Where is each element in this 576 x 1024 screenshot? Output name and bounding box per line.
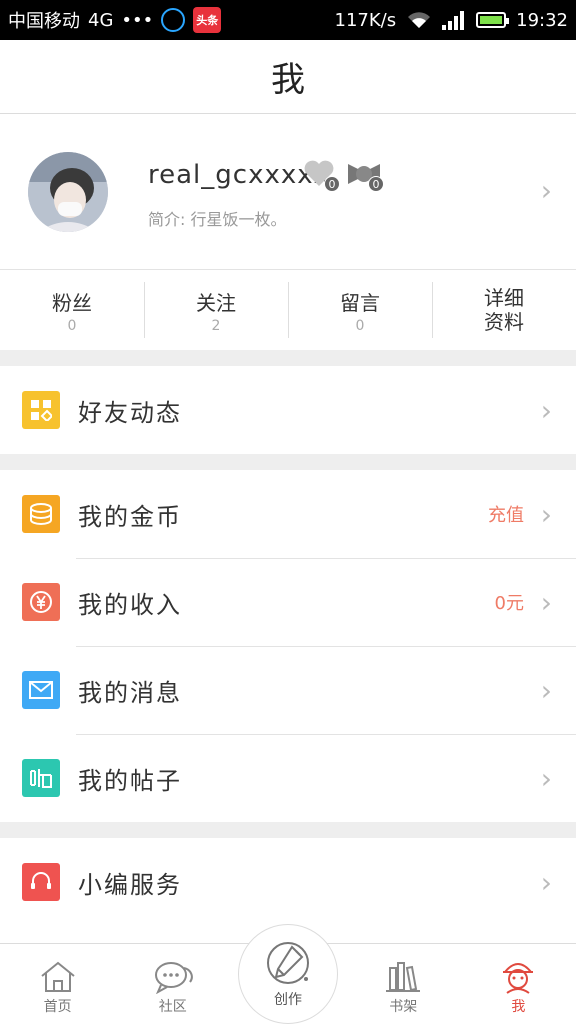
tab-label: 创作 xyxy=(274,992,302,1008)
stats-bar: 粉丝 0 关注 2 留言 0 详细 资料 xyxy=(0,270,576,350)
menu-item-editor-service[interactable]: 小编服务 › xyxy=(0,838,576,926)
menu-item-label: 小编服务 xyxy=(78,870,182,899)
more-dots: ••• xyxy=(121,9,154,31)
battery-icon xyxy=(476,12,510,28)
stat-label: 留言 xyxy=(340,290,380,315)
heart-badge-icon[interactable]: 0 xyxy=(302,158,340,192)
stat-value: 0 xyxy=(67,317,77,334)
tab-home[interactable]: 首页 xyxy=(0,944,115,1024)
menu-group-friends: 好友动态 › xyxy=(0,366,576,454)
clock: 19:32 xyxy=(516,9,568,31)
stat-value: 2 xyxy=(211,317,221,334)
stat-details[interactable]: 详细 资料 xyxy=(432,270,576,350)
chevron-right-icon: › xyxy=(540,497,552,531)
stat-label: 资料 xyxy=(484,310,524,334)
stat-label: 关注 xyxy=(196,290,236,315)
avatar[interactable] xyxy=(28,152,108,232)
menu-item-label: 我的帖子 xyxy=(78,766,182,795)
grid-icon xyxy=(22,391,60,429)
menu-item-messages[interactable]: 我的消息 › xyxy=(0,646,576,734)
network-label: 4G xyxy=(88,9,114,31)
tab-create[interactable]: 创作 xyxy=(238,924,338,1024)
tab-bookshelf[interactable]: 书架 xyxy=(346,944,461,1024)
yen-icon xyxy=(22,583,60,621)
menu-item-label: 我的消息 xyxy=(78,678,182,707)
income-amount: 0元 xyxy=(494,593,524,614)
chevron-right-icon: › xyxy=(540,585,552,619)
me-icon xyxy=(503,963,534,994)
menu-item-friends-feed[interactable]: 好友动态 › xyxy=(0,366,576,454)
chevron-right-icon[interactable]: › xyxy=(541,174,552,207)
stat-value: 0 xyxy=(355,317,365,334)
bookshelf-icon xyxy=(386,962,421,992)
news-notification-icon: 头条 xyxy=(193,7,222,33)
post-icon xyxy=(22,759,60,797)
header: 我 xyxy=(0,40,576,114)
menu-item-posts[interactable]: 我的帖子 › xyxy=(0,734,576,822)
chevron-right-icon: › xyxy=(540,865,552,899)
menu-item-label: 好友动态 xyxy=(78,398,182,427)
menu-item-label: 我的收入 xyxy=(78,590,182,619)
recharge-link[interactable]: 充值 xyxy=(488,501,524,527)
tab-label: 社区 xyxy=(158,999,187,1015)
tab-community[interactable]: 社区 xyxy=(115,944,230,1024)
menu-item-income[interactable]: 我的收入 0元 › xyxy=(0,558,576,646)
stat-comments[interactable]: 留言 0 xyxy=(288,270,432,350)
bow-badge-icon[interactable]: 0 xyxy=(346,158,384,192)
wifi-icon xyxy=(408,12,431,28)
status-bar: 中国移动 4G ••• 头条 117K/s 19:32 xyxy=(0,0,576,40)
bow-badge-count: 0 xyxy=(368,176,384,192)
tab-label: 我 xyxy=(511,999,526,1015)
profile-card[interactable]: real_gcxxxxx 0 0 简介: 行星饭一枚。 › xyxy=(0,114,576,270)
heart-badge-count: 0 xyxy=(324,176,340,192)
carrier-label: 中国移动 xyxy=(8,11,80,32)
headset-icon xyxy=(22,863,60,901)
tab-label: 首页 xyxy=(43,999,72,1015)
menu-item-label: 我的金币 xyxy=(78,502,182,531)
chat-icon xyxy=(154,962,193,994)
menu-item-coins[interactable]: 我的金币 充值 › xyxy=(0,470,576,558)
mail-icon xyxy=(22,671,60,709)
profile-bio: 简介: 行星饭一枚。 xyxy=(148,210,287,229)
coins-icon xyxy=(22,495,60,533)
stat-followers[interactable]: 粉丝 0 xyxy=(0,270,144,350)
signal-icon xyxy=(442,11,465,30)
tab-me[interactable]: 我 xyxy=(461,944,576,1024)
stat-following[interactable]: 关注 2 xyxy=(144,270,288,350)
qq-notification-icon xyxy=(161,8,186,32)
pen-icon xyxy=(267,942,309,984)
chevron-right-icon: › xyxy=(540,673,552,707)
stat-label: 粉丝 xyxy=(52,290,92,315)
menu-group-account: 我的金币 充值 › 我的收入 0元 › 我的消息 › 我的帖子 › xyxy=(0,470,576,822)
chevron-right-icon: › xyxy=(540,393,552,427)
tab-label: 书架 xyxy=(389,999,418,1015)
network-speed: 117K/s xyxy=(334,9,397,31)
stat-label: 详细 xyxy=(484,286,524,310)
home-icon xyxy=(40,961,75,992)
page-title: 我 xyxy=(271,60,305,100)
chevron-right-icon: › xyxy=(540,761,552,795)
